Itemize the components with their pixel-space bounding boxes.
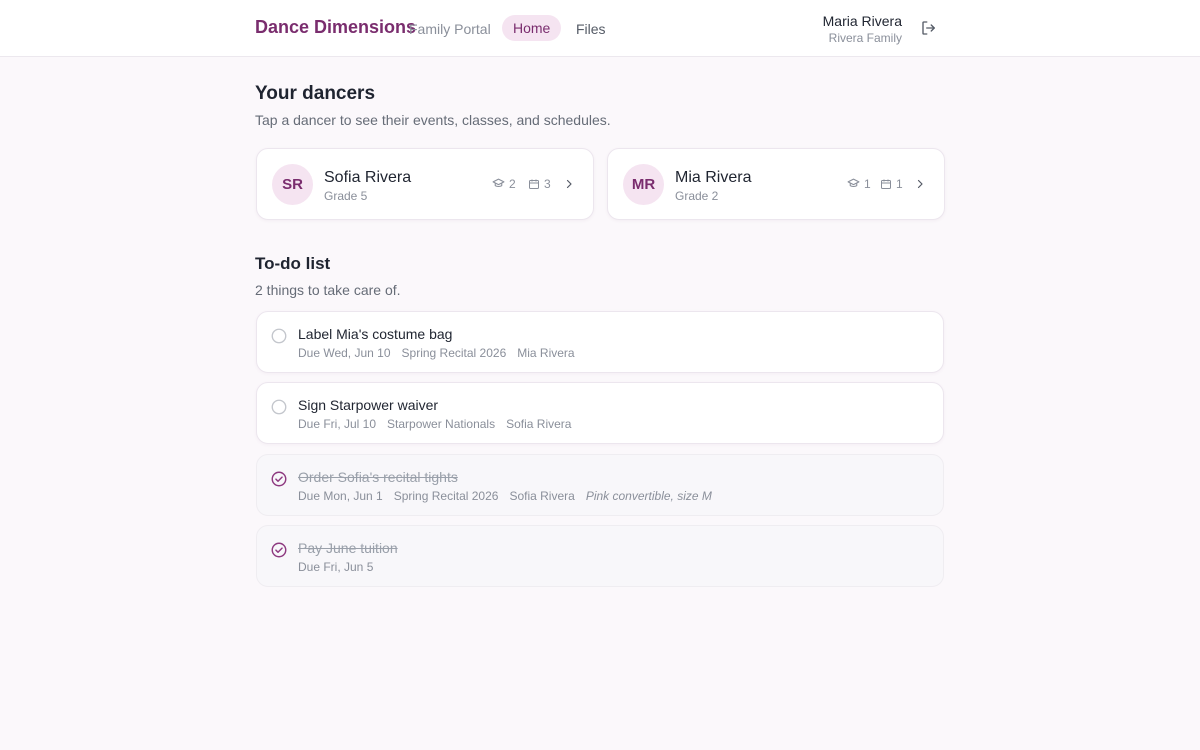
user-name: Maria Rivera xyxy=(822,13,902,29)
brand-name[interactable]: Dance Dimensions xyxy=(255,17,416,38)
portal-label: Family Portal xyxy=(409,21,491,37)
todo-title: Order Sofia's recital tights xyxy=(298,469,458,485)
todo-item-completed: Order Sofia's recital tights Due Mon, Ju… xyxy=(256,454,944,516)
check-circle-icon[interactable] xyxy=(270,470,288,488)
dancer-name: Sofia Rivera xyxy=(324,169,412,186)
todo-title: Pay June tuition xyxy=(298,540,398,556)
dancer-grade: Grade 2 xyxy=(675,189,719,203)
dancers-heading: Your dancers xyxy=(255,83,376,104)
todo-heading: To-do list xyxy=(255,254,331,273)
calendar-icon xyxy=(881,179,891,189)
unchecked-circle-icon[interactable] xyxy=(270,398,288,416)
todo-due: Due Wed, Jun 10 xyxy=(298,346,391,360)
todo-meta: Due Fri, Jul 10 Starpower Nationals Sofia … xyxy=(298,417,582,431)
top-bar: Dance Dimensions Family Portal Home File… xyxy=(0,0,1200,57)
todo-dancer: Sofia Rivera xyxy=(509,489,575,503)
nav-files-tab[interactable]: Files xyxy=(576,21,606,37)
events-count: 3 xyxy=(528,177,551,191)
todo-dancer: Sofia Rivera xyxy=(506,417,572,431)
todo-title: Label Mia's costume bag xyxy=(298,326,453,342)
dancer-card-mia[interactable]: MR Mia Rivera Grade 2 1 1 xyxy=(607,148,945,220)
todo-due: Due Mon, Jun 1 xyxy=(298,489,383,503)
todo-due: Due Fri, Jul 10 xyxy=(298,417,377,431)
user-family: Rivera Family xyxy=(828,31,902,45)
dancer-name: Mia Rivera xyxy=(675,169,752,186)
events-count-value: 3 xyxy=(544,177,551,191)
todo-note: Pink convertible, size M xyxy=(585,489,712,503)
todo-item-completed: Pay June tuition Due Fri, Jun 5 xyxy=(256,525,944,587)
todo-meta: Due Mon, Jun 1 Spring Recital 2026 Sofia R… xyxy=(298,489,723,503)
dancer-grade: Grade 5 xyxy=(324,189,368,203)
todo-item: Sign Starpower waiver Due Fri, Jul 10 Sta… xyxy=(256,382,944,444)
check-circle-icon[interactable] xyxy=(270,541,288,559)
avatar: SR xyxy=(272,164,313,205)
unchecked-circle-icon[interactable] xyxy=(270,327,288,345)
nav-home-tab[interactable]: Home xyxy=(502,15,562,41)
todo-event: Spring Recital 2026 xyxy=(401,346,507,360)
classes-count-value: 1 xyxy=(864,177,871,191)
todo-dancer: Mia Rivera xyxy=(517,346,575,360)
chevron-right-icon xyxy=(566,179,572,189)
calendar-icon xyxy=(529,179,539,189)
classes-count-value: 2 xyxy=(509,177,516,191)
todo-meta: Due Fri, Jun 5 xyxy=(298,560,384,574)
todo-meta: Due Wed, Jun 10 Spring Recital 2026 Mia Ri… xyxy=(298,346,586,360)
todo-title: Sign Starpower waiver xyxy=(298,397,439,413)
classes-count: 2 xyxy=(492,177,516,191)
todo-subtitle: 2 things to take care of. xyxy=(255,282,401,298)
classes-count: 1 xyxy=(847,177,871,191)
dancers-subtitle: Tap a dancer to see their events, classe… xyxy=(255,112,611,128)
graduation-cap-icon xyxy=(492,178,505,188)
avatar: MR xyxy=(623,164,664,205)
todo-due: Due Fri, Jun 5 xyxy=(298,560,374,574)
events-count-value: 1 xyxy=(896,177,903,191)
events-count: 1 xyxy=(880,177,903,191)
chevron-right-icon xyxy=(917,179,923,189)
todo-event: Starpower Nationals xyxy=(387,417,496,431)
graduation-cap-icon xyxy=(847,178,860,188)
dancer-card-sofia[interactable]: SR Sofia Rivera Grade 5 2 3 xyxy=(256,148,594,220)
todo-item: Label Mia's costume bag Due Wed, Jun 10 S… xyxy=(256,311,944,373)
todo-event: Spring Recital 2026 xyxy=(393,489,499,503)
logout-icon[interactable] xyxy=(920,19,938,37)
